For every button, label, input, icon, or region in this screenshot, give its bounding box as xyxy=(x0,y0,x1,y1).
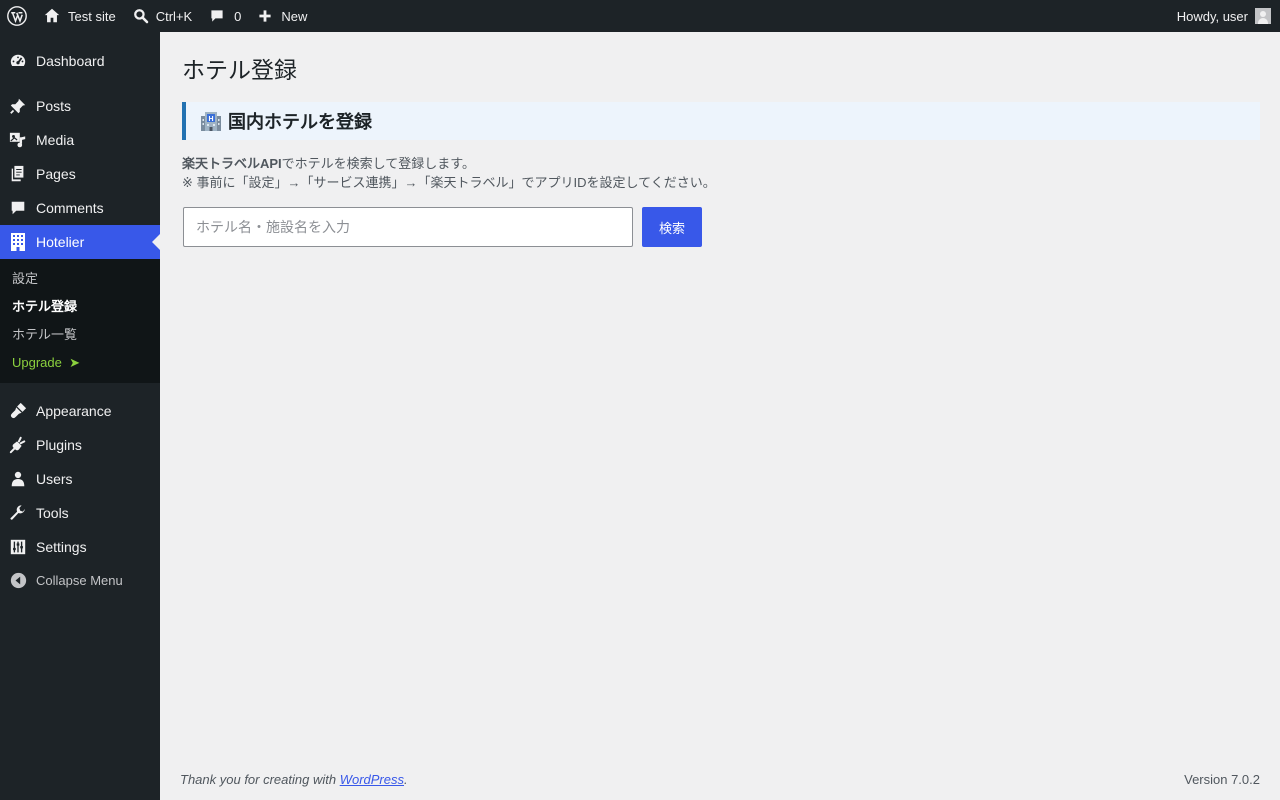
admin-menu: Dashboard Posts Media Pages Comments Hot… xyxy=(0,32,160,800)
dashboard-icon xyxy=(0,44,36,78)
collapse-arrow-icon xyxy=(0,572,36,589)
api-name: 楽天トラベルAPI xyxy=(182,156,282,171)
sidebar-item-dashboard[interactable]: Dashboard xyxy=(0,44,160,78)
hotel-search-input[interactable] xyxy=(183,207,633,247)
footer-thanks: Thank you for creating with WordPress. xyxy=(180,772,408,787)
sliders-icon xyxy=(0,530,36,564)
admin-bar: Test site Ctrl+K 0 New Howdy, user xyxy=(0,0,1280,32)
sidebar-item-label: Users xyxy=(36,471,73,487)
plus-icon xyxy=(259,10,272,22)
main-content: ホテル登録 H 国内ホテルを登録 楽天トラベルAPIでホテルを検索して登録します… xyxy=(160,32,1280,800)
site-name: Test site xyxy=(68,8,116,24)
sidebar-item-label: Settings xyxy=(36,539,87,555)
description-line-1-text: でホテルを検索して登録します。 xyxy=(281,156,475,171)
comment-icon xyxy=(0,191,36,225)
sidebar-item-label: Pages xyxy=(36,166,76,182)
arrow-right-icon: ➤ xyxy=(69,355,81,370)
page-title: ホテル登録 xyxy=(182,57,297,83)
media-icon xyxy=(0,123,36,157)
my-account-link[interactable]: Howdy, user xyxy=(1177,0,1271,32)
sidebar-item-pages[interactable]: Pages xyxy=(0,157,160,191)
new-content-link[interactable]: New xyxy=(249,0,315,32)
sidebar-item-label: Dashboard xyxy=(36,53,105,69)
building-icon xyxy=(0,225,36,259)
user-icon xyxy=(0,462,36,496)
new-label: New xyxy=(281,8,308,24)
comments-link[interactable]: 0 xyxy=(200,0,249,32)
brush-icon xyxy=(0,394,36,428)
section-title: 国内ホテルを登録 xyxy=(228,112,372,132)
collapse-menu-label: Collapse Menu xyxy=(36,572,123,588)
collapse-menu-button[interactable]: Collapse Menu xyxy=(0,565,160,595)
sidebar-item-label: Plugins xyxy=(36,437,82,453)
avatar xyxy=(1255,8,1271,24)
svg-text:H: H xyxy=(208,116,213,123)
sidebar-item-plugins[interactable]: Plugins xyxy=(0,428,160,462)
pages-icon xyxy=(0,157,36,191)
wrench-icon xyxy=(0,496,36,530)
howdy-text: Howdy, user xyxy=(1176,8,1248,24)
site-name-link[interactable]: Test site xyxy=(34,0,124,32)
wordpress-link[interactable]: WordPress xyxy=(340,772,404,787)
hotel-icon: H xyxy=(200,111,222,131)
comments-count: 0 xyxy=(234,8,242,24)
sidebar-item-label: Media xyxy=(36,132,75,148)
footer-thanks-prefix: Thank you for creating with xyxy=(180,772,340,787)
sidebar-item-label: Posts xyxy=(36,98,72,114)
description-line-1: 楽天トラベルAPIでホテルを検索して登録します。 xyxy=(182,154,716,173)
submenu-item-hotel-list[interactable]: ホテル一覧 xyxy=(0,322,160,350)
submenu-item-settings[interactable]: 設定 xyxy=(0,266,160,294)
submenu-item-upgrade[interactable]: Upgrade ➤ xyxy=(0,350,160,378)
comment-icon xyxy=(211,10,223,22)
sidebar-item-users[interactable]: Users xyxy=(0,462,160,496)
footer-version: Version 7.0.2 xyxy=(1184,772,1260,787)
description: 楽天トラベルAPIでホテルを検索して登録します。 ※ 事前に「設定」→「サービス… xyxy=(182,154,716,192)
home-icon xyxy=(44,8,60,23)
section-header: H 国内ホテルを登録 xyxy=(182,102,1260,140)
command-palette-button[interactable]: Ctrl+K xyxy=(124,0,200,32)
hotelier-submenu: 設定 ホテル登録 ホテル一覧 Upgrade ➤ xyxy=(0,259,160,383)
sidebar-item-label: Comments xyxy=(36,200,104,216)
submenu-item-hotel-register[interactable]: ホテル登録 xyxy=(0,294,160,322)
sidebar-item-media[interactable]: Media xyxy=(0,123,160,157)
sidebar-item-hotelier[interactable]: Hotelier xyxy=(0,225,160,259)
sidebar-item-settings[interactable]: Settings xyxy=(0,530,160,564)
search-shortcut: Ctrl+K xyxy=(155,8,193,24)
sidebar-item-appearance[interactable]: Appearance xyxy=(0,394,160,428)
pin-icon xyxy=(0,89,36,123)
sidebar-item-posts[interactable]: Posts xyxy=(0,89,160,123)
plug-icon xyxy=(0,428,36,462)
sidebar-item-comments[interactable]: Comments xyxy=(0,191,160,225)
footer-thanks-suffix: . xyxy=(404,772,408,787)
sidebar-item-label: Tools xyxy=(36,505,69,521)
sidebar-item-tools[interactable]: Tools xyxy=(0,496,160,530)
sidebar-item-label: Appearance xyxy=(36,403,112,419)
sidebar-item-label: Hotelier xyxy=(36,234,85,250)
search-icon xyxy=(133,9,148,24)
description-line-2: ※ 事前に「設定」→「サービス連携」→「楽天トラベル」でアプリIDを設定してくだ… xyxy=(182,175,716,190)
upgrade-label: Upgrade xyxy=(12,355,62,370)
search-button[interactable]: 検索 xyxy=(642,207,702,247)
wordpress-logo-icon[interactable] xyxy=(0,0,34,32)
